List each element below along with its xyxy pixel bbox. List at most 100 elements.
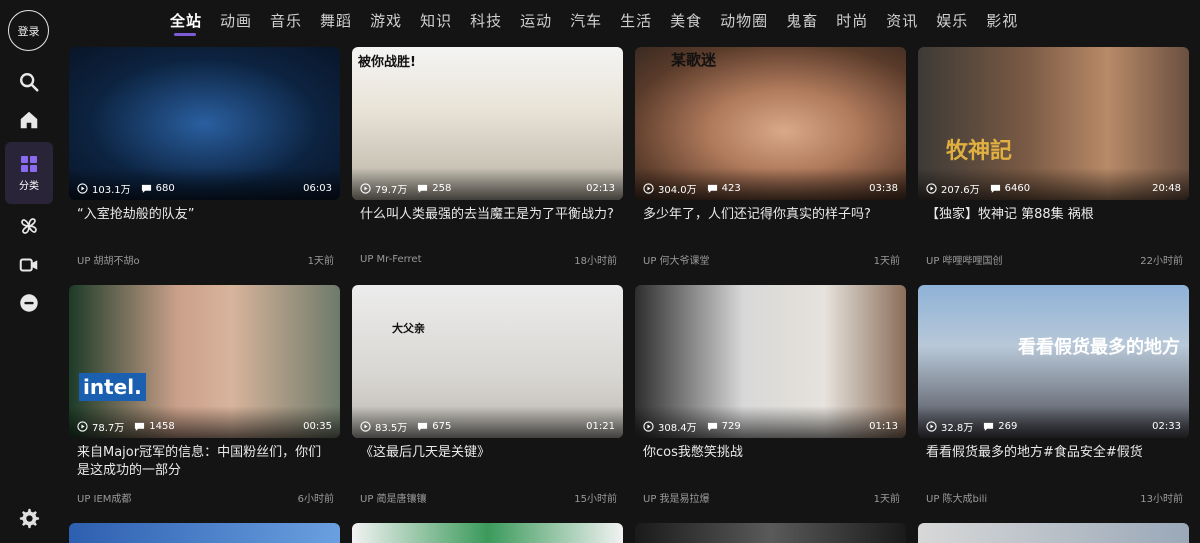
uploader-name[interactable]: UP 蔺是唐镶镶 [360, 490, 427, 505]
video-duration: 01:13 [869, 420, 898, 432]
minus-circle-icon [20, 294, 38, 312]
login-button[interactable]: 登录 [8, 10, 49, 51]
thumbnail-caption: 看看假货最多的地方 [1018, 337, 1180, 358]
video-card[interactable]: 牧神記 207.6万 6460 20:48 【独家】牧神记 第88集 祸根 UP 哔哩哔哩… [918, 47, 1189, 267]
view-count: 32.8万 [941, 422, 974, 434]
video-footer: UP 我是易拉爆 1天前 [635, 490, 906, 505]
grid-icon [21, 155, 37, 172]
uploader-name[interactable]: UP 陈大成bili [926, 490, 987, 505]
video-thumbnail[interactable]: 大父亲 83.5万 675 01:21 [352, 285, 623, 438]
tab-5[interactable]: 知识 [420, 0, 452, 31]
video-card[interactable]: 103.1万 680 06:03 “入室抢劫般的队友” UP 胡胡不胡o 1天前 [69, 47, 340, 267]
tab-9[interactable]: 生活 [620, 0, 652, 31]
tab-8[interactable]: 汽车 [570, 0, 602, 31]
tab-0[interactable]: 全站 [170, 0, 202, 36]
publish-time: 18小时前 [574, 256, 617, 267]
video-title[interactable]: 来自Major冠军的信息：中国粉丝们，你们是这成功的一部分 [69, 438, 340, 486]
uploader-name[interactable]: UP 胡胡不胡o [77, 252, 140, 267]
video-title[interactable]: 看看假货最多的地方#食品安全#假货 [918, 438, 1189, 486]
tab-2[interactable]: 音乐 [270, 0, 302, 31]
home-button[interactable] [6, 105, 52, 135]
publish-time: 15小时前 [574, 494, 617, 505]
video-footer: UP 蔺是唐镶镶 15小时前 [352, 490, 623, 505]
video-title[interactable]: “入室抢劫般的队友” [69, 200, 340, 248]
publish-time: 13小时前 [1140, 494, 1183, 505]
video-card[interactable]: 大父亲 83.5万 675 01:21 《这最后几天是关键》 UP 蔺是唐镶镶 15小时前 [352, 285, 623, 505]
tab-3[interactable]: 舞蹈 [320, 0, 352, 31]
pinwheel-icon [21, 218, 37, 234]
video-camera-icon [19, 258, 38, 272]
tab-6[interactable]: 科技 [470, 0, 502, 31]
comment-count-icon [141, 184, 151, 193]
comment-count: 258 [432, 182, 452, 194]
view-count: 304.0万 [658, 184, 697, 196]
video-title[interactable]: 【独家】牧神记 第88集 祸根 [918, 200, 1189, 248]
tab-14[interactable]: 资讯 [886, 0, 918, 31]
comment-count: 423 [721, 182, 741, 194]
search-button[interactable] [6, 67, 52, 97]
gear-icon [19, 508, 40, 529]
partial-thumbnail[interactable] [918, 523, 1189, 543]
uploader-name[interactable]: UP IEM成都 [77, 490, 131, 505]
video-duration: 00:35 [303, 420, 332, 432]
tab-7[interactable]: 运动 [520, 0, 552, 31]
pinwheel-button[interactable] [6, 211, 52, 241]
settings-button[interactable] [17, 507, 40, 534]
play-count-icon [77, 420, 88, 432]
video-thumbnail[interactable]: 牧神記 207.6万 6460 20:48 [918, 47, 1189, 200]
view-count: 79.7万 [375, 184, 408, 196]
video-card[interactable]: 看看假货最多的地方 32.8万 269 02:33 看看假货最多的地方#食品安全#假货 U… [918, 285, 1189, 505]
tab-10[interactable]: 美食 [670, 0, 702, 31]
partial-thumbnail[interactable] [69, 523, 340, 543]
comment-count-icon [707, 184, 717, 193]
tab-15[interactable]: 娱乐 [936, 0, 968, 31]
uploader-name[interactable]: UP Mr-Ferret [360, 254, 422, 265]
video-stats: 83.5万 675 01:21 [360, 419, 615, 434]
video-thumbnail[interactable]: 103.1万 680 06:03 [69, 47, 340, 200]
tab-1[interactable]: 动画 [220, 0, 252, 31]
video-card[interactable]: 某歌迷 304.0万 423 03:38 多少年了，人们还记得你真实的样子吗? UP 何大… [635, 47, 906, 267]
play-count-icon [926, 182, 937, 194]
video-thumbnail[interactable]: 被你战胜! 79.7万 258 02:13 [352, 47, 623, 200]
video-thumbnail[interactable]: 看看假货最多的地方 32.8万 269 02:33 [918, 285, 1189, 438]
video-title[interactable]: 《这最后几天是关键》 [352, 438, 623, 486]
uploader-name[interactable]: UP 何大爷课堂 [643, 252, 710, 267]
video-thumbnail[interactable]: intel. 78.7万 1458 00:35 [69, 285, 340, 438]
partial-thumbnail[interactable] [352, 523, 623, 543]
tab-4[interactable]: 游戏 [370, 0, 402, 31]
play-count-icon [360, 420, 371, 432]
video-title[interactable]: 你cos我憋笑挑战 [635, 438, 906, 486]
view-count: 308.4万 [658, 422, 697, 434]
tab-11[interactable]: 动物圈 [720, 0, 768, 31]
category-tabs: 全站 动画 音乐 舞蹈 游戏 知识 科技 运动 汽车 生活 美食 动物圈 鬼畜 时尚 资讯 娱乐 影视 [170, 0, 1036, 40]
video-card[interactable]: 被你战胜! 79.7万 258 02:13 什么叫人类最强的去当魔王是为了平衡战力? UP… [352, 47, 623, 267]
video-stats: 103.1万 680 06:03 [77, 181, 332, 196]
video-card[interactable]: 308.4万 729 01:13 你cos我憋笑挑战 UP 我是易拉爆 1天前 [635, 285, 906, 505]
view-count: 103.1万 [92, 184, 131, 196]
video-duration: 02:13 [586, 182, 615, 194]
comment-count-icon [984, 422, 994, 431]
partial-thumbnail[interactable] [635, 523, 906, 543]
sidebar: 登录 分类 [0, 0, 56, 540]
video-footer: UP 胡胡不胡o 1天前 [69, 252, 340, 267]
tab-12[interactable]: 鬼畜 [786, 0, 818, 31]
video-title[interactable]: 什么叫人类最强的去当魔王是为了平衡战力? [352, 200, 623, 248]
more-button[interactable] [6, 288, 52, 318]
video-card[interactable]: intel. 78.7万 1458 00:35 来自Major冠军的信息：中国粉丝们，你… [69, 285, 340, 505]
thumbnail-caption: 牧神記 [946, 139, 1013, 164]
video-stats: 79.7万 258 02:13 [360, 181, 615, 196]
play-count-icon [77, 182, 88, 194]
video-button[interactable] [6, 250, 52, 280]
comment-count-icon [418, 184, 428, 193]
tab-16[interactable]: 影视 [986, 0, 1018, 31]
publish-time: 1天前 [873, 256, 900, 267]
video-footer: UP 何大爷课堂 1天前 [635, 252, 906, 267]
video-thumbnail[interactable]: 308.4万 729 01:13 [635, 285, 906, 438]
uploader-name[interactable]: UP 哔哩哔哩国创 [926, 252, 1003, 267]
comment-count: 269 [998, 420, 1018, 432]
tab-13[interactable]: 时尚 [836, 0, 868, 31]
video-thumbnail[interactable]: 某歌迷 304.0万 423 03:38 [635, 47, 906, 200]
uploader-name[interactable]: UP 我是易拉爆 [643, 490, 710, 505]
category-nav-item[interactable]: 分类 [5, 142, 53, 204]
video-title[interactable]: 多少年了，人们还记得你真实的样子吗? [635, 200, 906, 248]
